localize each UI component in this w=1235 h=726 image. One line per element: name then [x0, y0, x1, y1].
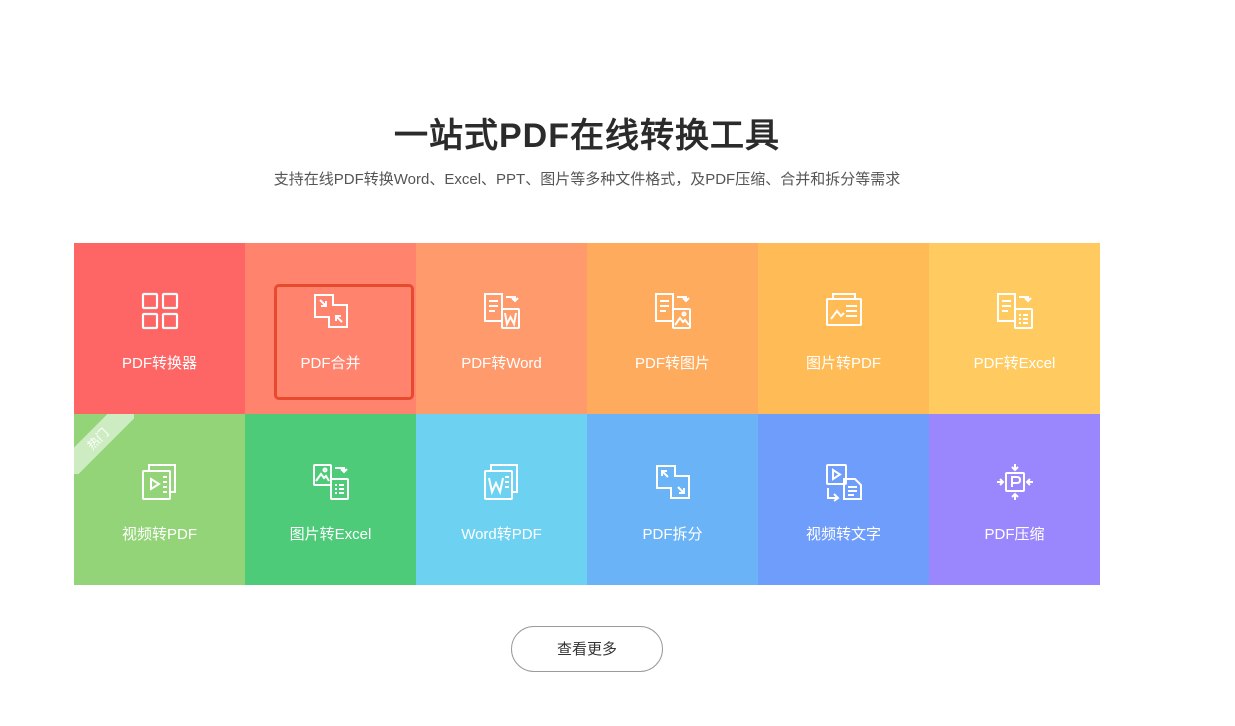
- tool-tile-video-to-pdf[interactable]: 热门 视频转PDF: [74, 414, 245, 585]
- page-title: 一站式PDF在线转换工具: [394, 117, 780, 155]
- video-to-pdf-icon: [141, 464, 176, 500]
- tool-label: PDF转Excel: [973, 355, 1056, 372]
- split-icon: [655, 465, 690, 499]
- image-to-excel-icon: [312, 464, 349, 500]
- hot-badge: 热门: [74, 414, 134, 474]
- page-subtitle: 支持在线PDF转换Word、Excel、PPT、图片等多种文件格式，及PDF压缩…: [273, 171, 901, 188]
- tool-label: PDF转Word: [461, 355, 542, 372]
- tool-tile-pdf-merge[interactable]: PDF合并: [245, 243, 416, 414]
- tool-label: Word转PDF: [461, 526, 542, 543]
- tool-tile-pdf-converter[interactable]: PDF转换器: [74, 243, 245, 414]
- pdf-to-word-icon: [483, 293, 520, 329]
- page: 一站式PDF在线转换工具 支持在线PDF转换Word、Excel、PPT、图片等…: [0, 0, 1235, 726]
- tool-label: PDF转图片: [634, 355, 710, 372]
- image-to-pdf-icon: [825, 293, 862, 326]
- video-to-text-icon: [825, 464, 862, 502]
- pdf-to-image-icon: [654, 293, 691, 329]
- tool-tile-video-to-text[interactable]: 视频转文字: [758, 414, 929, 585]
- tool-label: PDF拆分: [642, 526, 703, 543]
- tool-tile-pdf-to-word[interactable]: PDF转Word: [416, 243, 587, 414]
- tool-tile-pdf-to-image[interactable]: PDF转图片: [587, 243, 758, 414]
- tool-label: 视频转文字: [805, 526, 881, 543]
- pdf-to-excel-icon: [996, 293, 1033, 329]
- tool-tile-word-to-pdf[interactable]: Word转PDF: [416, 414, 587, 585]
- tool-tile-pdf-compress[interactable]: PDF压缩: [929, 414, 1100, 585]
- tool-tile-pdf-to-excel[interactable]: PDF转Excel: [929, 243, 1100, 414]
- compress-icon: [996, 464, 1033, 500]
- grid-icon: [141, 292, 178, 330]
- view-more-button[interactable]: 查看更多: [511, 626, 663, 672]
- tool-label: PDF转换器: [121, 355, 197, 372]
- tool-tile-image-to-pdf[interactable]: 图片转PDF: [758, 243, 929, 414]
- tool-label: 图片转PDF: [805, 355, 881, 372]
- tool-label: PDF压缩: [984, 526, 1045, 543]
- tool-tile-image-to-excel[interactable]: 图片转Excel: [245, 414, 416, 585]
- word-to-pdf-icon: [483, 464, 518, 500]
- tool-grid: PDF转换器 PDF合并 PDF转Word PDF转图片 图片转PDF PDF转…: [74, 243, 1100, 585]
- merge-icon: [313, 294, 348, 328]
- tool-label: PDF合并: [300, 355, 361, 372]
- tool-label: 图片转Excel: [289, 526, 372, 543]
- tool-label: 视频转PDF: [121, 526, 197, 543]
- tool-tile-pdf-split[interactable]: PDF拆分: [587, 414, 758, 585]
- hot-badge-label: 热门: [74, 414, 134, 474]
